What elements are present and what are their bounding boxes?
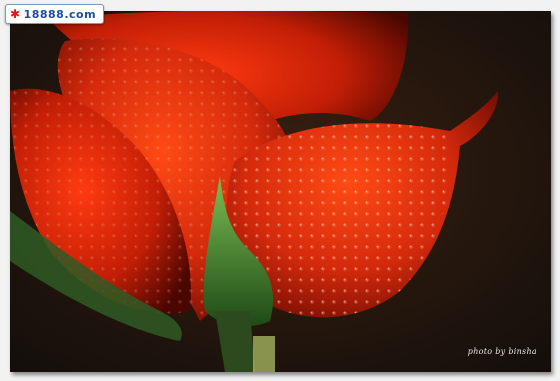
site-logo[interactable]: ✱ 18888.com — [5, 4, 105, 24]
rose-photo — [10, 11, 551, 372]
photo-credit: photo by binsha — [467, 347, 537, 356]
asterisk-star-icon: ✱ — [10, 7, 21, 21]
logo-text: 18888.com — [23, 7, 97, 21]
photo-frame: photo by binsha — [10, 11, 551, 372]
